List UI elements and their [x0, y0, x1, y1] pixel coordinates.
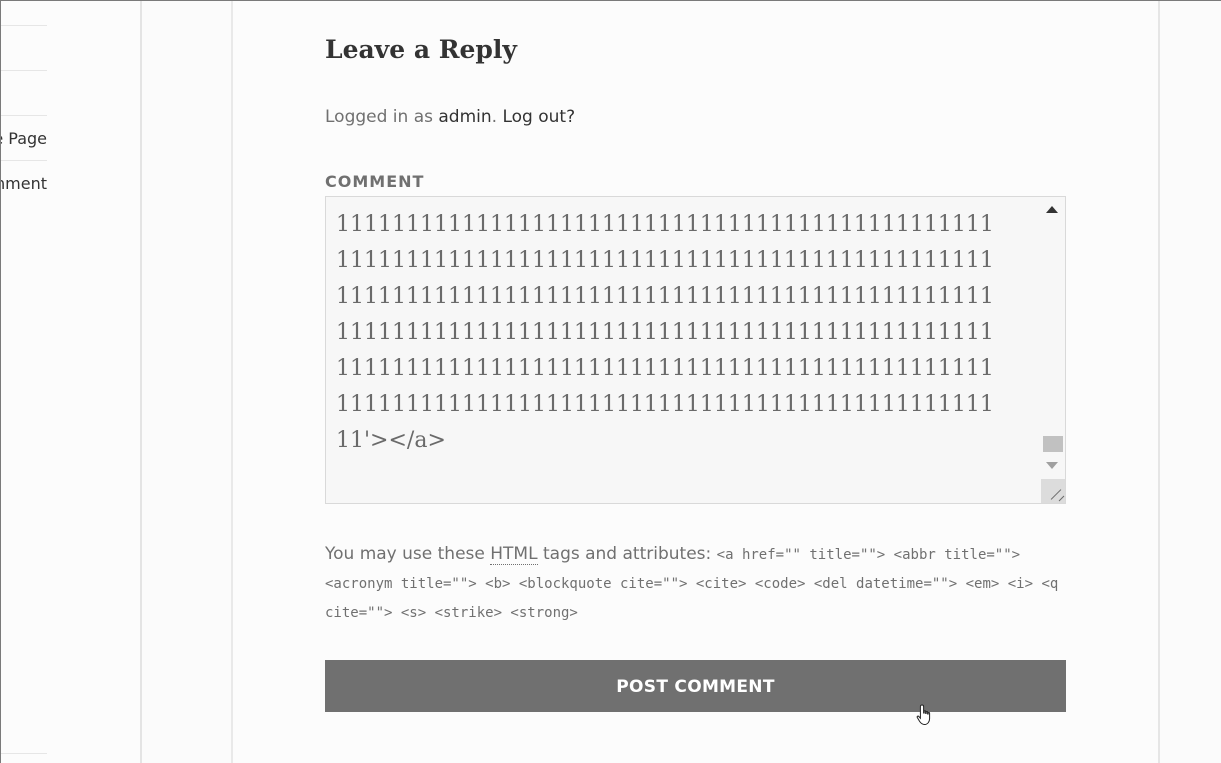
page-background-right — [1160, 1, 1221, 763]
comment-label: COMMENT — [325, 172, 425, 191]
html-abbr: HTML — [490, 544, 538, 565]
allowed-tags-prefix: You may use these — [325, 544, 491, 564]
logged-in-period: . — [491, 107, 503, 127]
sidebar-divider — [1, 70, 47, 71]
comment-respond: Leave a Reply Logged in as admin. Log ou… — [233, 1, 1158, 763]
logout-link[interactable]: Log out? — [502, 107, 575, 127]
page-gutter — [142, 1, 231, 763]
textarea-scrollbar[interactable] — [1041, 197, 1065, 503]
form-allowed-tags: You may use these HTML tags and attribut… — [325, 540, 1065, 627]
comment-textarea[interactable]: 1111111111111111111111111111111111111111… — [325, 196, 1066, 504]
logged-in-as: Logged in as admin. Log out? — [325, 107, 575, 127]
sidebar-divider — [1, 25, 47, 26]
sidebar-divider — [1, 160, 47, 161]
scroll-thumb[interactable] — [1043, 436, 1063, 452]
comment-textarea-value[interactable]: 1111111111111111111111111111111111111111… — [336, 207, 1036, 459]
logged-in-prefix: Logged in as — [325, 107, 439, 127]
scroll-up-arrow-icon[interactable] — [1046, 206, 1058, 213]
sidebar-divider — [1, 753, 47, 754]
post-comment-button[interactable]: POST COMMENT — [325, 660, 1066, 712]
sidebar-link-sample-page[interactable]: Sample Page — [1, 129, 47, 148]
reply-title: Leave a Reply — [325, 35, 517, 64]
allowed-tags-middle: tags and attributes: — [537, 544, 717, 564]
sidebar-divider — [1, 115, 47, 116]
admin-profile-link[interactable]: admin — [438, 107, 491, 127]
scroll-down-arrow-icon[interactable] — [1046, 462, 1058, 469]
sidebar-link-comment[interactable]: Hello world! comment — [1, 174, 47, 193]
hand-pointer-cursor-icon — [916, 704, 931, 726]
resize-handle-icon[interactable] — [1041, 479, 1065, 503]
sidebar: Sample Page Hello world! comment — [1, 1, 141, 763]
